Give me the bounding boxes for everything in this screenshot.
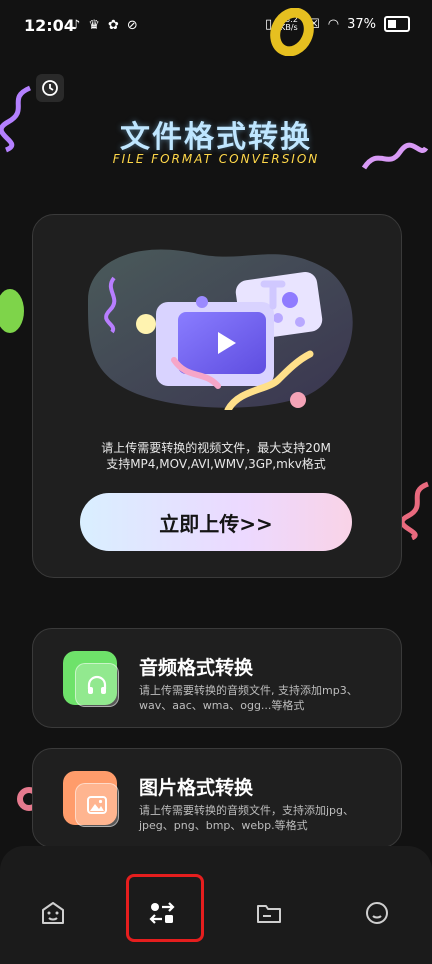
link-icon: ⊘ [126, 18, 138, 33]
smile-icon [366, 902, 388, 924]
upload-now-button[interactable]: 立即上传>> [80, 493, 352, 551]
home-face-icon [42, 902, 64, 924]
bottom-tab-bar [0, 846, 432, 964]
page-subtitle: FILE FORMAT CONVERSION [112, 152, 320, 166]
gold-ring-decoration [270, 8, 314, 56]
status-bar: 12:04 ♪ ♛ ✿ ⊘ ▯ 13.2 KB/s ☒ ◠ 37% [0, 0, 432, 52]
tiktok-icon: ♪ [72, 18, 81, 33]
headphones-icon [75, 663, 119, 707]
audio-card-description: 请上传需要转换的音频文件, 支持添加mp3、wav、aac、wma、ogg...… [139, 684, 358, 712]
image-card-title: 图片格式转换 [139, 777, 254, 799]
tab-home[interactable] [26, 886, 80, 940]
pink-ribbon-decoration [399, 481, 430, 540]
upload-desc-line1: 请上传需要转换的视频文件，最大支持20M [101, 441, 331, 455]
crown-icon: ♛ [88, 18, 100, 33]
wifi-icon: ◠ [327, 16, 340, 32]
convert-icon [149, 902, 175, 924]
clock-icon [42, 80, 58, 96]
upload-description: 请上传需要转换的视频文件，最大支持20M 支持MP4,MOV,AVI,WMV,3… [60, 440, 372, 472]
notification-icons: ♪ ♛ ✿ ⊘ [72, 18, 138, 33]
upload-desc-line2: 支持MP4,MOV,AVI,WMV,3GP,mkv格式 [106, 457, 326, 471]
green-blob-decoration [0, 289, 24, 333]
page-title: 文件格式转换 [120, 120, 312, 155]
history-button[interactable] [36, 74, 64, 102]
battery-icon [384, 16, 410, 32]
tab-files[interactable] [242, 886, 296, 940]
tab-profile[interactable] [350, 886, 404, 940]
video-illustration [88, 249, 353, 410]
picture-icon [75, 783, 119, 827]
image-card-description: 请上传需要转换的音频文件，支持添加jpg、jpeg、png、bmp、webp.等… [139, 804, 355, 832]
audio-convert-card[interactable]: 音频格式转换 请上传需要转换的音频文件, 支持添加mp3、wav、aac、wma… [32, 628, 402, 728]
image-convert-card[interactable]: 图片格式转换 请上传需要转换的音频文件，支持添加jpg、jpeg、png、bmp… [32, 748, 402, 848]
audio-card-title: 音频格式转换 [139, 657, 254, 679]
status-time: 12:04 [24, 16, 75, 35]
app-icon: ✿ [107, 18, 119, 33]
battery-percent: 37% [347, 16, 376, 32]
tab-convert[interactable] [135, 886, 189, 940]
folder-icon [257, 905, 281, 923]
